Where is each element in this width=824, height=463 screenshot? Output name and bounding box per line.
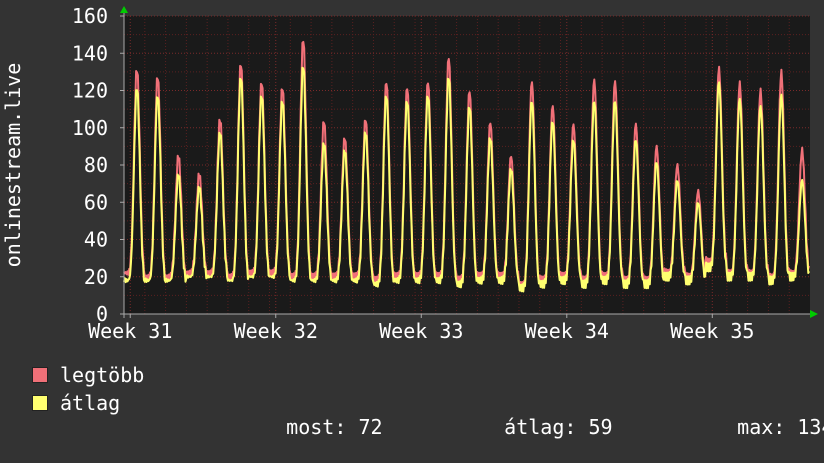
y-tick-label: 40 [84, 228, 108, 252]
stat-current-label: most: [286, 415, 347, 439]
legend-item-max: legtöbb [32, 363, 145, 387]
y-tick-label: 160 [72, 4, 108, 28]
x-tick-label: Week 35 [670, 319, 754, 343]
x-axis-arrow-icon [810, 310, 818, 318]
y-axis-arrow-icon [120, 6, 128, 13]
x-axis-ticks: Week 31 Week 32 Week 33 Week 34 Week 35 [88, 314, 754, 343]
y-tick-label: 100 [72, 116, 108, 140]
stat-current-value: 72 [358, 415, 383, 439]
legend-label-avg: átlag [60, 391, 121, 415]
x-tick-label: Week 31 [88, 319, 172, 343]
stat-average-value: 59 [588, 415, 613, 439]
y-tick-label: 120 [72, 79, 108, 103]
legend-item-avg: átlag [32, 391, 121, 415]
stat-max-label: max: [737, 415, 786, 439]
y-tick-label: 140 [72, 41, 108, 65]
x-tick-label: Week 32 [234, 319, 318, 343]
legend-swatch-max [32, 367, 48, 383]
stat-average-label: átlag: [504, 415, 577, 439]
stat-current: most: 72 [238, 391, 383, 463]
legend-swatch-avg [32, 395, 48, 411]
chart-root: 0 20 40 60 80 100 120 140 160 Week 31 Week 32 Week… [0, 0, 824, 439]
y-axis-label: onlinestream.live [1, 63, 25, 268]
stat-max: max: 134 [689, 391, 824, 463]
y-axis-ticks: 020406080100120140160 [72, 4, 124, 326]
x-tick-label: Week 34 [525, 319, 609, 343]
stat-max-value: 134 [797, 415, 824, 439]
x-tick-label: Week 33 [379, 319, 463, 343]
y-tick-label: 80 [84, 153, 108, 177]
legend-label-max: legtöbb [60, 363, 145, 387]
y-tick-label: 60 [84, 190, 108, 214]
stat-average: átlag: 59 [456, 391, 613, 463]
y-tick-label: 20 [84, 265, 108, 289]
